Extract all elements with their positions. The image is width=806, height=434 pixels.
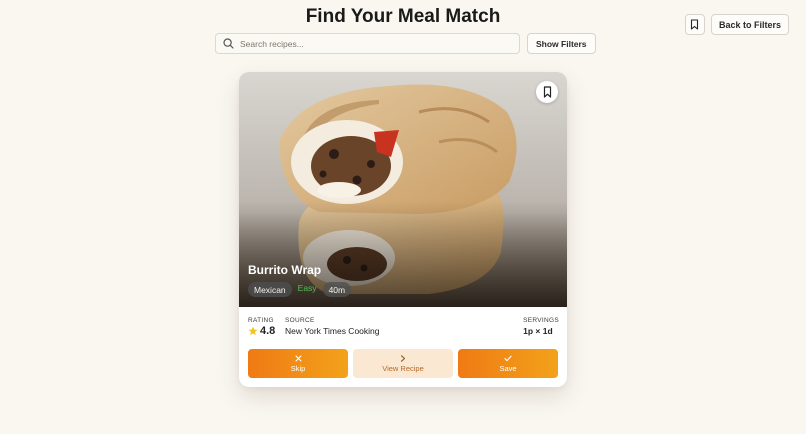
skip-button[interactable]: Skip	[248, 349, 348, 378]
rating-block: RATING 4.8	[248, 317, 275, 337]
rating-value: 4.8	[260, 325, 276, 337]
back-to-filters-button[interactable]: Back to Filters	[710, 14, 789, 35]
meal-match-page: Find Your Meal Match Back to Filters Sho…	[0, 0, 806, 434]
recipe-tags: Mexican Easy 40m	[248, 282, 352, 297]
star-icon	[248, 326, 258, 336]
search-row: Show Filters	[215, 33, 596, 54]
view-recipe-button[interactable]: View Recipe	[353, 349, 453, 378]
search-icon	[223, 38, 234, 49]
check-icon	[504, 355, 512, 361]
source-block: SOURCE New York Times Cooking	[285, 317, 380, 336]
cuisine-tag: Mexican	[248, 282, 292, 297]
saved-recipes-button[interactable]	[684, 14, 705, 35]
bookmark-recipe-button[interactable]	[536, 81, 558, 103]
save-label: Save	[499, 363, 517, 373]
servings-block: SERVINGS 1p × 1d	[523, 317, 559, 336]
servings-label: SERVINGS	[523, 317, 559, 324]
bookmark-icon	[691, 19, 699, 30]
search-input[interactable]	[240, 38, 500, 49]
search-box[interactable]	[215, 33, 520, 54]
rating-label: RATING	[248, 317, 274, 324]
skip-label: Skip	[290, 363, 306, 373]
chevron-right-icon	[400, 354, 406, 362]
recipe-card[interactable]: Burrito Wrap Mexican Easy 40m RATING 4.8…	[239, 72, 567, 387]
view-recipe-label: View Recipe	[382, 363, 424, 373]
close-icon	[294, 354, 302, 362]
recipe-name: Burrito Wrap	[248, 263, 322, 277]
show-filters-button[interactable]: Show Filters	[527, 33, 596, 54]
top-actions: Back to Filters	[684, 14, 789, 35]
servings-value: 1p × 1d	[523, 326, 553, 336]
time-tag: 40m	[322, 282, 352, 297]
source-value: New York Times Cooking	[285, 326, 380, 336]
save-button[interactable]: Save	[458, 349, 558, 378]
difficulty-tag: Easy	[297, 283, 317, 293]
source-label: SOURCE	[285, 317, 315, 324]
card-actions: Skip View Recipe Save	[248, 349, 558, 378]
bookmark-icon	[543, 86, 551, 98]
